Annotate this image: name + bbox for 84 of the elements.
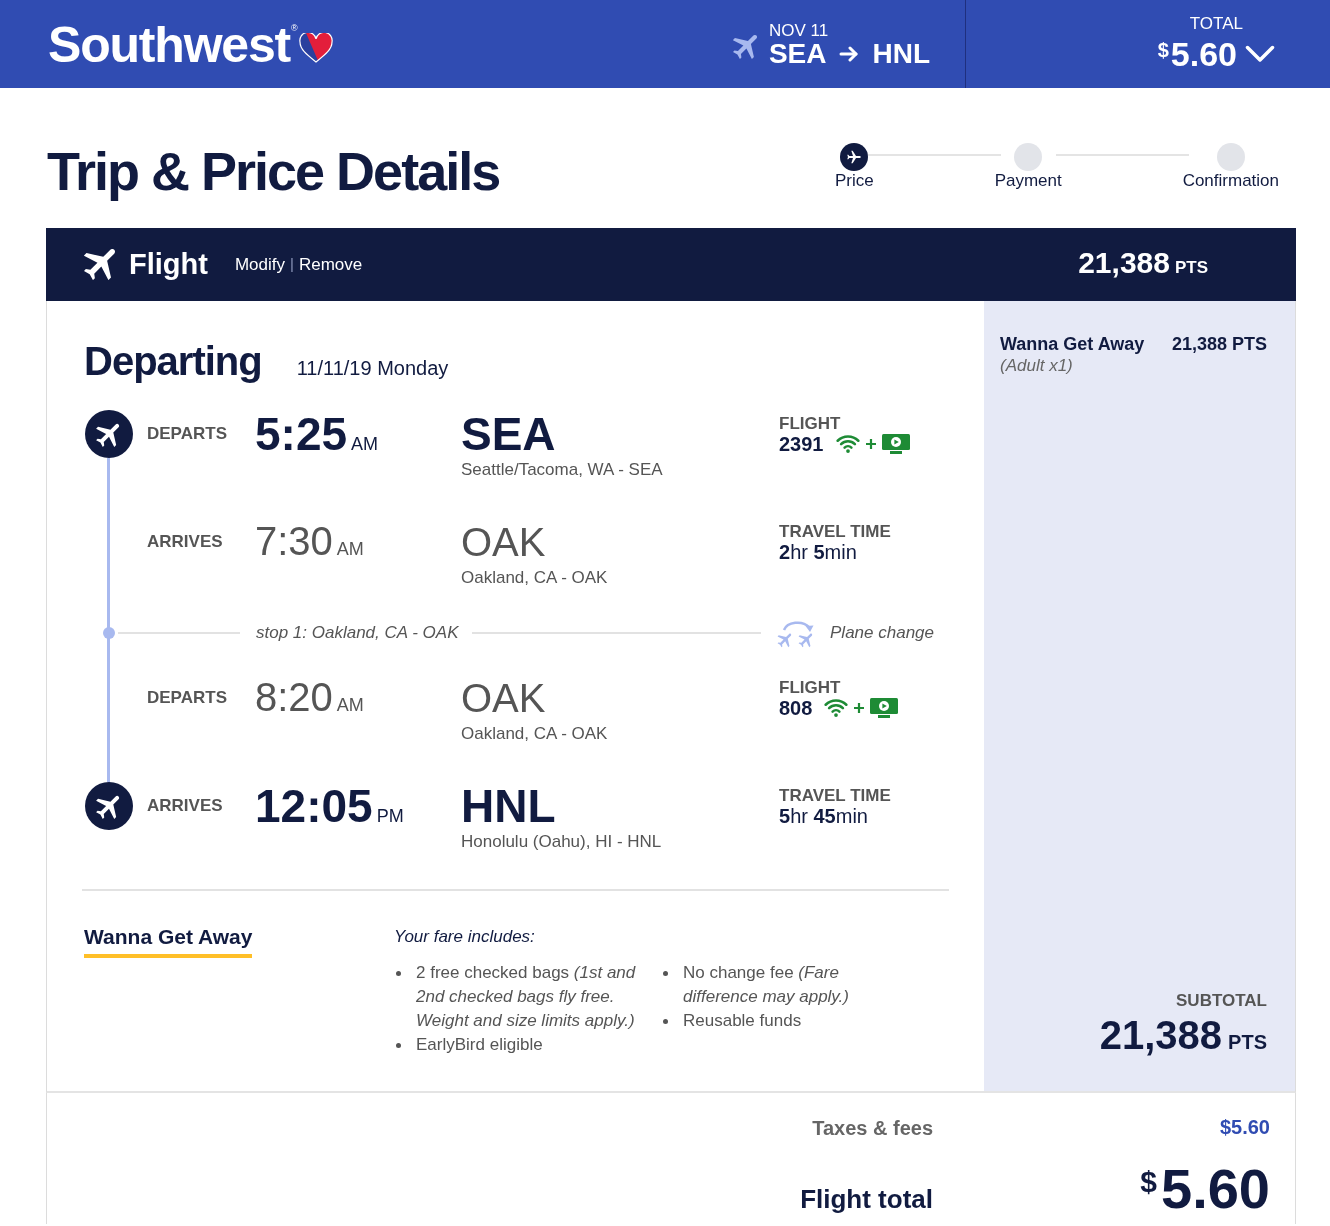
plus-icon (854, 702, 865, 713)
travel-time: 2hr 5min (779, 540, 858, 563)
airport-code: OAK (461, 522, 546, 562)
fare-name: Wanna Get Away (84, 925, 253, 958)
plane-icon (85, 410, 133, 458)
total-amount: 5.60 (1170, 35, 1237, 73)
currency-symbol: $ (1157, 39, 1169, 61)
total-amount: 5.60 (1161, 1157, 1270, 1220)
plane-icon (84, 249, 115, 280)
action-link[interactable]: Remove (298, 251, 363, 278)
time-period: AM (336, 695, 364, 715)
city-name: Honolulu (Oahu), HI - HNL (461, 831, 662, 853)
subtotal-label: SUBTOTAL (1175, 991, 1267, 1011)
plane-icon (732, 35, 757, 59)
fare-feature: No change fee (Fare difference may apply.) (683, 962, 850, 1008)
link-separator: | (290, 254, 294, 275)
city-name: Seattle/Tacoma, WA - SEA (461, 459, 663, 481)
heart-icon (298, 33, 333, 63)
airport-code: HNL (461, 783, 556, 829)
trip-date: NOV 11 (768, 22, 830, 39)
action-link[interactable]: Modify (234, 251, 285, 278)
info-label: FLIGHT (779, 413, 842, 433)
section-title: Flight (129, 250, 208, 279)
plane-change-note: Plane change (830, 622, 934, 645)
travel-time: 5hr 45min (779, 804, 869, 827)
arrow-right-icon (839, 46, 860, 62)
time-period: AM (351, 433, 379, 454)
wifi-icon (835, 434, 860, 453)
stop-dot-icon (103, 627, 115, 639)
time-value: 8:20 (255, 675, 333, 719)
event-label: DEPARTS (147, 423, 228, 446)
bullet-icon (663, 971, 668, 976)
city-name: Oakland, CA - OAK (461, 567, 608, 589)
airport-code: SEA (461, 411, 556, 457)
total-label: Flight total (800, 1183, 933, 1216)
subtotal-points: 21,388 (1099, 1015, 1223, 1055)
points-unit: PTS (1174, 257, 1208, 280)
step-label: Confirmation (1182, 171, 1279, 191)
tv-icon (881, 433, 910, 454)
origin-code: SEA (768, 40, 827, 68)
fare-name: Wanna Get Away (1000, 333, 1145, 355)
registered-mark: ® (291, 24, 298, 33)
bullet-icon (396, 1043, 401, 1048)
time-value: 5:25 (255, 407, 348, 460)
time-period: PM (376, 805, 404, 826)
fee-amount: $5.60 (1219, 1116, 1270, 1138)
logo-wordmark: Southwest (48, 20, 290, 70)
bullet-icon (663, 1019, 668, 1024)
fare-feature: EarlyBird eligible (416, 1034, 544, 1056)
fare-includes-title: Your fare includes: (394, 926, 536, 948)
info-label: TRAVEL TIME (779, 521, 892, 541)
chevron-down-icon[interactable] (1245, 45, 1275, 63)
fare-feature: Reusable funds (683, 1010, 803, 1032)
points-unit: PTS (1228, 1030, 1267, 1055)
step-label: Payment (994, 171, 1062, 191)
fare-feature: 2 free checked bags (1st and 2nd checked bags fly free. Weight and size limits apply.) (416, 962, 637, 1032)
step-label: Price (835, 171, 874, 191)
event-label: ARRIVES (147, 531, 224, 554)
plane-icon (85, 782, 133, 830)
airport-code: OAK (461, 678, 546, 718)
fare-points: 21,388 PTS (1171, 333, 1267, 355)
fee-label: Taxes & fees (812, 1116, 933, 1140)
passenger-count: (Adult x1) (1000, 355, 1074, 377)
time-period: AM (336, 539, 364, 559)
tv-icon (870, 697, 899, 718)
points-value: 21,388 (1078, 248, 1170, 279)
destination-code: HNL (872, 40, 930, 68)
info-label: TRAVEL TIME (779, 785, 892, 805)
section-heading: Departing (84, 338, 262, 385)
stop-info: stop 1: Oakland, CA - OAK (256, 622, 459, 645)
info-label: FLIGHT (779, 677, 842, 697)
event-label: DEPARTS (147, 687, 228, 710)
departure-date: 11/11/19 Monday (296, 356, 449, 381)
event-label: ARRIVES (147, 795, 224, 818)
time-value: 7:30 (255, 519, 333, 563)
time-value: 12:05 (255, 779, 373, 832)
flight-number: 2391 (779, 432, 824, 455)
total-label: TOTAL (1189, 15, 1243, 32)
currency-symbol: $ (1140, 1165, 1157, 1198)
wifi-icon (824, 698, 849, 717)
plus-icon (865, 438, 876, 449)
flight-number: 808 (779, 696, 813, 719)
bullet-icon (396, 971, 401, 976)
city-name: Oakland, CA - OAK (461, 723, 608, 745)
